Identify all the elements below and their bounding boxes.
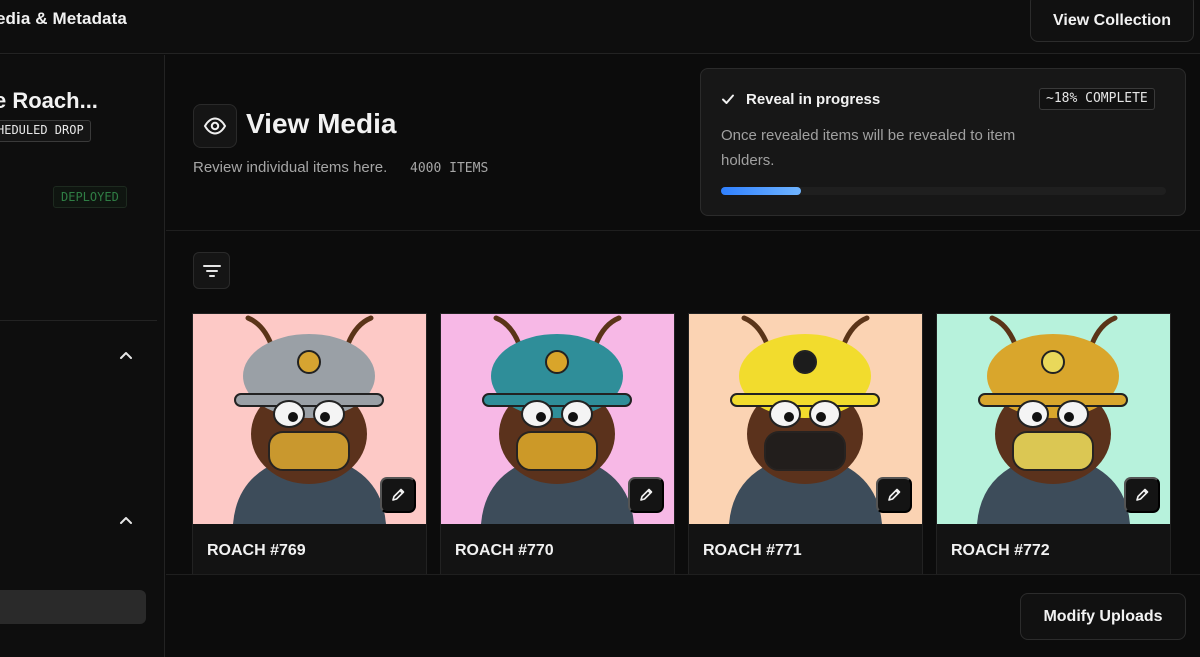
view-collection-button[interactable]: View Collection	[1030, 0, 1194, 42]
reveal-progress-bar	[721, 187, 1166, 195]
drop-type-badge: HEDULED DROP	[0, 120, 91, 142]
media-card[interactable]: ROACH #770	[440, 313, 675, 575]
header-divider	[166, 230, 1200, 231]
media-grid: ROACH #769 ROACH #770 ROACH #771 ROACH #…	[192, 313, 1200, 575]
edit-item-button[interactable]	[628, 477, 664, 513]
item-name: ROACH #772	[951, 542, 1050, 559]
pencil-icon	[1136, 488, 1149, 501]
pencil-icon	[888, 488, 901, 501]
page-section-title: edia & Metadata	[0, 9, 127, 28]
footer-divider	[166, 574, 1200, 575]
reveal-progress-fill	[721, 187, 802, 195]
media-card[interactable]: ROACH #771	[688, 313, 923, 575]
filter-icon	[202, 264, 221, 277]
eye-icon	[203, 117, 227, 135]
pencil-icon	[392, 488, 405, 501]
top-bar: edia & Metadata View Collection	[0, 0, 1200, 54]
item-count: 4000 ITEMS	[410, 161, 489, 176]
edit-item-button[interactable]	[380, 477, 416, 513]
drop-name: e Roach...	[0, 88, 98, 113]
view-media-icon-box	[193, 104, 237, 148]
item-name: ROACH #770	[455, 542, 554, 559]
edit-item-button[interactable]	[876, 477, 912, 513]
page-title: View Media	[246, 108, 397, 139]
reveal-description: Once revealed items will be revealed to …	[721, 127, 1016, 169]
edit-item-button[interactable]	[1124, 477, 1160, 513]
media-card[interactable]: ROACH #769	[192, 313, 427, 575]
sidebar: e Roach... HEDULED DROP DEPLOYED	[0, 55, 165, 657]
modify-uploads-button[interactable]: Modify Uploads	[1020, 593, 1186, 640]
deployed-status-badge: DEPLOYED	[53, 186, 127, 208]
sidebar-selected-item[interactable]	[0, 590, 146, 624]
sidebar-divider	[0, 320, 157, 321]
main-content: View Media Review individual items here.…	[166, 55, 1200, 657]
chevron-up-icon[interactable]	[118, 513, 134, 529]
reveal-percent-badge: ~18% COMPLETE	[1039, 88, 1155, 110]
check-icon	[722, 94, 734, 104]
item-name: ROACH #769	[207, 542, 306, 559]
page-subtitle: Review individual items here.	[193, 159, 388, 176]
chevron-up-icon[interactable]	[118, 348, 134, 364]
item-name: ROACH #771	[703, 542, 802, 559]
pencil-icon	[640, 488, 653, 501]
reveal-status-card: Reveal in progress ~18% COMPLETE Once re…	[700, 68, 1186, 216]
media-card[interactable]: ROACH #772	[936, 313, 1171, 575]
filter-button[interactable]	[193, 252, 230, 289]
reveal-title: Reveal in progress	[746, 91, 881, 108]
